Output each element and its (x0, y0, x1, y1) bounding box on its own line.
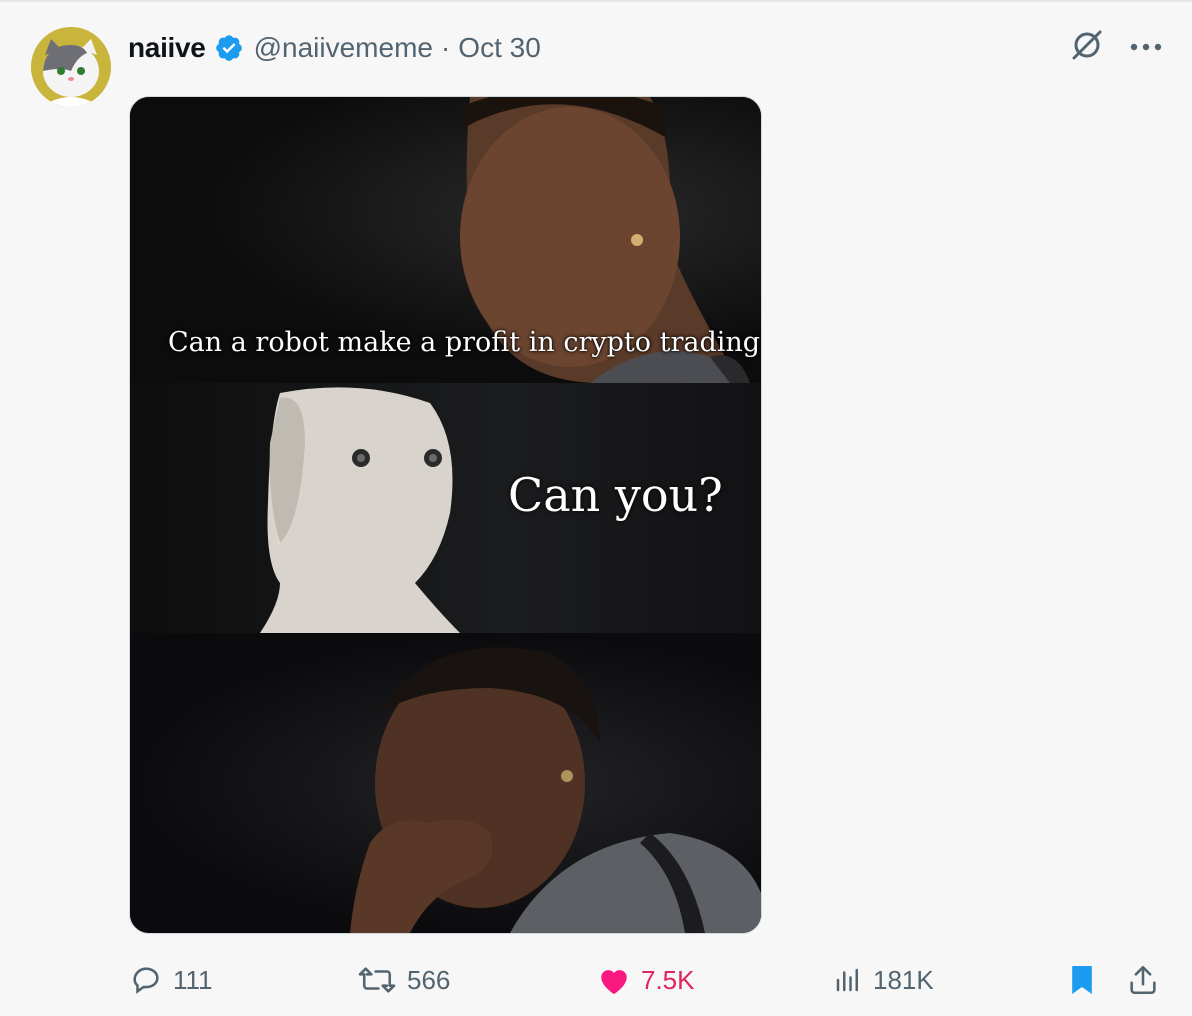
author-name[interactable]: naiive (128, 32, 206, 64)
like-button[interactable]: 7.5K (597, 958, 695, 1002)
bookmark-button[interactable] (1068, 958, 1096, 1002)
grok-icon[interactable] (1070, 28, 1104, 67)
like-count: 7.5K (641, 964, 695, 995)
heart-icon (597, 964, 631, 996)
post-actions-bar: 111 566 7.5K 181K (0, 958, 1192, 1002)
views-icon (833, 965, 863, 995)
meme-panel-bottom (130, 633, 761, 933)
post-media-image[interactable]: Can a robot make a profit in crypto trad… (129, 96, 762, 934)
man-thinking-illustration (350, 647, 761, 933)
repost-icon (357, 963, 397, 997)
top-divider (0, 0, 1192, 2)
more-icon[interactable] (1130, 39, 1162, 57)
meme-panel-middle: Can you? (130, 383, 761, 633)
repost-count: 566 (407, 964, 451, 995)
repost-button[interactable]: 566 (357, 958, 450, 1002)
share-button[interactable] (1126, 958, 1160, 1002)
reply-button[interactable]: 111 (129, 958, 213, 1002)
verified-badge-icon (214, 33, 244, 63)
bookmark-icon (1068, 963, 1096, 997)
cat-avatar-icon (31, 27, 111, 107)
views-button[interactable]: 181K (833, 958, 934, 1002)
meme-caption-middle: Can you? (508, 468, 723, 522)
share-icon (1126, 963, 1160, 997)
avatar[interactable] (31, 27, 111, 107)
post-header: naiive @naiivememe · Oct 30 (128, 28, 541, 68)
author-handle[interactable]: @naiivememe (254, 32, 433, 64)
views-count: 181K (873, 964, 934, 995)
post-top-actions (1070, 28, 1162, 67)
meme-caption-top: Can a robot make a profit in crypto trad… (168, 327, 761, 358)
separator-dot: · (440, 32, 451, 63)
post-date[interactable]: Oct 30 (458, 32, 540, 64)
meme-panel-top: Can a robot make a profit in crypto trad… (130, 97, 761, 383)
reply-count: 111 (173, 964, 213, 995)
reply-icon (129, 963, 163, 997)
